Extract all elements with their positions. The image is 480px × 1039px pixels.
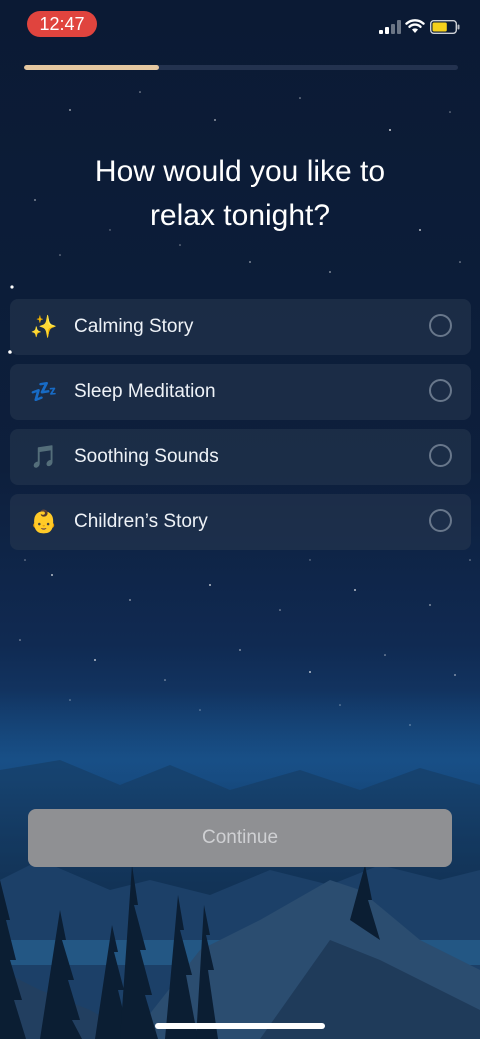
question-heading: How would you like to relax tonight? [40, 150, 440, 238]
option-label: Sleep Meditation [74, 381, 216, 402]
option-calming-story[interactable]: ✨ Calming Story [10, 299, 471, 355]
onboarding-progress-bar [24, 65, 458, 70]
radio-button[interactable] [429, 444, 452, 467]
battery-icon [430, 20, 460, 34]
option-label: Soothing Sounds [74, 446, 219, 467]
option-sleep-meditation[interactable]: 💤 Sleep Meditation [10, 364, 471, 420]
sparkles-icon: ✨ [30, 314, 58, 339]
option-label: Children’s Story [74, 511, 208, 532]
option-label: Calming Story [74, 316, 194, 337]
progress-fill [24, 65, 159, 70]
radio-button[interactable] [429, 509, 452, 532]
home-indicator [155, 1023, 325, 1029]
status-bar: 12:47 [0, 0, 480, 48]
wifi-icon [405, 19, 425, 33]
cellular-signal-icon [379, 20, 401, 34]
zzz-sleep-icon: 💤 [30, 379, 58, 404]
continue-button[interactable]: Continue [28, 809, 452, 867]
status-time: 12:47 [27, 11, 97, 37]
question-line-1: How would you like to [94, 155, 386, 188]
option-childrens-story[interactable]: 👶 Children’s Story [10, 494, 471, 550]
question-line-2: relax tonight? [149, 199, 331, 232]
option-soothing-sounds[interactable]: 🎵 Soothing Sounds [10, 429, 471, 485]
music-note-icon: 🎵 [30, 444, 58, 469]
radio-button[interactable] [429, 314, 452, 337]
radio-button[interactable] [429, 379, 452, 402]
baby-face-icon: 👶 [30, 509, 58, 534]
options-list: ✨ Calming Story 💤 Sleep Meditation 🎵 Soo… [10, 299, 471, 559]
